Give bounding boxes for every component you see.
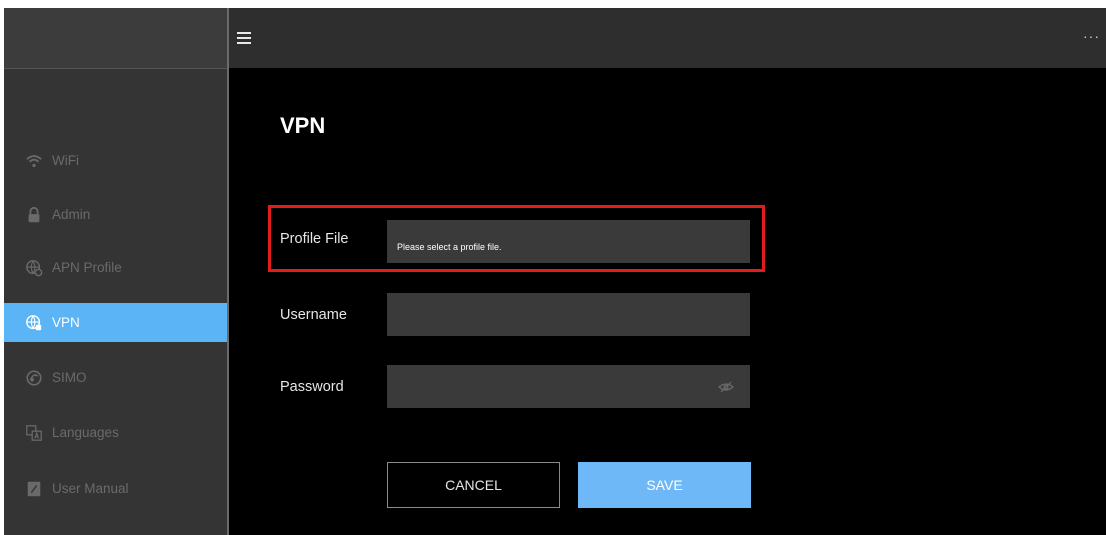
sidebar-item-wifi[interactable]: WiFi [4, 141, 227, 180]
sidebar-item-label: SIMO [52, 370, 87, 385]
eye-slash-icon[interactable] [718, 379, 734, 395]
profile-file-input[interactable]: Please select a profile file. [387, 220, 750, 263]
lock-icon [24, 205, 44, 225]
sidebar-item-user-manual[interactable]: User Manual [4, 469, 227, 508]
languages-icon [24, 423, 44, 443]
password-input[interactable] [387, 365, 750, 408]
sidebar-item-label: VPN [52, 315, 80, 330]
more-options-icon[interactable]: ··· [1083, 28, 1100, 44]
simo-icon [24, 368, 44, 388]
sidebar-item-vpn[interactable]: VPN [4, 303, 227, 342]
sidebar-item-languages[interactable]: Languages [4, 413, 227, 452]
password-label: Password [280, 379, 344, 395]
sidebar-item-label: User Manual [52, 481, 129, 496]
page-title: VPN [280, 113, 326, 138]
username-input[interactable] [387, 293, 750, 336]
profile-file-label: Profile File [280, 231, 349, 247]
user-manual-icon [24, 479, 44, 499]
sidebar-header [4, 8, 227, 69]
sidebar: WiFi Admin APN Profile VPN SIMO Language… [4, 8, 227, 535]
hamburger-menu-icon[interactable] [237, 32, 251, 44]
sidebar-item-apn-profile[interactable]: APN Profile [4, 248, 227, 287]
save-button[interactable]: SAVE [578, 462, 751, 508]
sidebar-item-admin[interactable]: Admin [4, 195, 227, 234]
username-label: Username [280, 307, 347, 323]
top-bar: ··· [229, 8, 1106, 68]
sidebar-item-simo[interactable]: SIMO [4, 358, 227, 397]
main-content: VPN Profile File Please select a profile… [229, 68, 1106, 535]
sidebar-item-label: APN Profile [52, 260, 122, 275]
vpn-globe-icon [24, 313, 44, 333]
cancel-button[interactable]: CANCEL [387, 462, 560, 508]
apn-profile-icon [24, 258, 44, 278]
profile-file-placeholder: Please select a profile file. [397, 242, 502, 252]
sidebar-item-label: Languages [52, 425, 119, 440]
sidebar-item-label: WiFi [52, 153, 79, 168]
wifi-icon [24, 151, 44, 171]
sidebar-item-label: Admin [52, 207, 91, 222]
